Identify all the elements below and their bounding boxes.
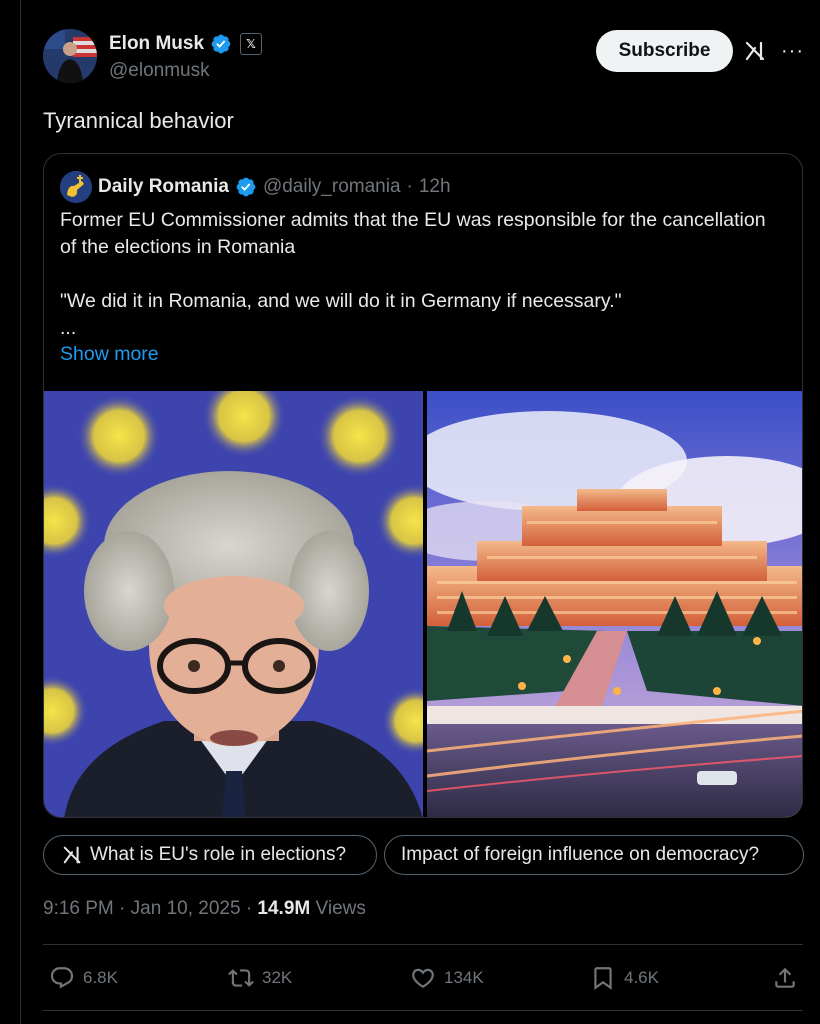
chip-label: What is EU's role in elections? bbox=[90, 844, 347, 865]
quote-paragraph-1: Former EU Commissioner admits that the E… bbox=[60, 209, 766, 258]
quote-author-handle[interactable]: @daily_romania bbox=[263, 176, 401, 198]
post-date[interactable]: Jan 10, 2025 bbox=[131, 898, 241, 919]
quote-ellipsis: ... bbox=[60, 317, 77, 339]
post-time[interactable]: 9:16 PM bbox=[43, 898, 114, 919]
quote-paragraph-2: "We did it in Romania, and we will do it… bbox=[60, 290, 622, 312]
views-label: Views bbox=[315, 898, 366, 919]
separator-dot: · bbox=[245, 898, 253, 919]
grok-suggestion-chip[interactable]: What is EU's role in elections? bbox=[43, 835, 377, 875]
verified-icon bbox=[236, 177, 256, 197]
reply-count: 6.8K bbox=[83, 968, 118, 987]
portrait-image[interactable] bbox=[44, 391, 423, 817]
heart-icon bbox=[412, 968, 434, 988]
verified-icon bbox=[211, 34, 231, 54]
subscribe-button[interactable]: Subscribe bbox=[596, 30, 733, 72]
views-count: 14.9M bbox=[257, 898, 311, 919]
reply-button[interactable]: 6.8K bbox=[49, 958, 118, 998]
author-handle[interactable]: @elonmusk bbox=[109, 60, 210, 82]
palace-image[interactable] bbox=[427, 391, 802, 817]
x-affiliation-badge: 𝕏 bbox=[240, 33, 263, 55]
like-count: 134K bbox=[444, 968, 484, 987]
bookmark-count: 4.6K bbox=[624, 968, 659, 987]
reply-icon bbox=[50, 967, 74, 989]
quote-timestamp[interactable]: 12h bbox=[419, 176, 451, 198]
quoted-post[interactable]: Daily Romania @daily_romania · 12h Forme… bbox=[43, 153, 803, 818]
avatar[interactable] bbox=[43, 29, 97, 83]
separator-dot: · bbox=[119, 898, 126, 919]
divider bbox=[43, 1010, 803, 1011]
repost-button[interactable]: 32K bbox=[228, 958, 292, 998]
show-more-link[interactable]: Show more bbox=[60, 343, 159, 366]
suggestion-chip[interactable]: Impact of foreign influence on democracy… bbox=[384, 835, 804, 875]
author-name-row: Elon Musk 𝕏 bbox=[109, 33, 263, 55]
author-name[interactable]: Elon Musk bbox=[109, 33, 204, 55]
like-button[interactable]: 134K bbox=[410, 958, 484, 998]
quote-avatar[interactable] bbox=[60, 171, 92, 203]
more-options-icon[interactable]: ··· bbox=[781, 41, 805, 61]
post-header: Elon Musk 𝕏 @elonmusk Subscribe ··· bbox=[43, 29, 803, 85]
post-meta: 9:16 PM · Jan 10, 2025 · 14.9M Views bbox=[43, 898, 366, 920]
divider bbox=[43, 944, 803, 945]
separator-dot: · bbox=[406, 176, 413, 197]
action-bar: 6.8K 32K 134K 4.6K bbox=[43, 958, 803, 998]
quote-header: Daily Romania @daily_romania · 12h bbox=[60, 171, 451, 203]
quote-text: Former EU Commissioner admits that the E… bbox=[60, 207, 780, 342]
quote-author-name[interactable]: Daily Romania bbox=[98, 176, 229, 198]
grok-icon[interactable] bbox=[744, 39, 768, 63]
page: Elon Musk 𝕏 @elonmusk Subscribe ··· Tyra… bbox=[0, 0, 820, 1024]
chip-label: Impact of foreign influence on democracy… bbox=[401, 844, 760, 865]
column-border bbox=[20, 0, 21, 1024]
share-button[interactable] bbox=[772, 958, 798, 998]
grok-icon bbox=[63, 846, 81, 864]
repost-icon bbox=[228, 969, 254, 987]
bookmark-button[interactable]: 4.6K bbox=[590, 958, 659, 998]
share-icon bbox=[775, 967, 795, 988]
repost-count: 32K bbox=[262, 968, 293, 987]
post-text: Tyrannical behavior bbox=[43, 108, 234, 133]
bookmark-icon bbox=[594, 967, 612, 990]
